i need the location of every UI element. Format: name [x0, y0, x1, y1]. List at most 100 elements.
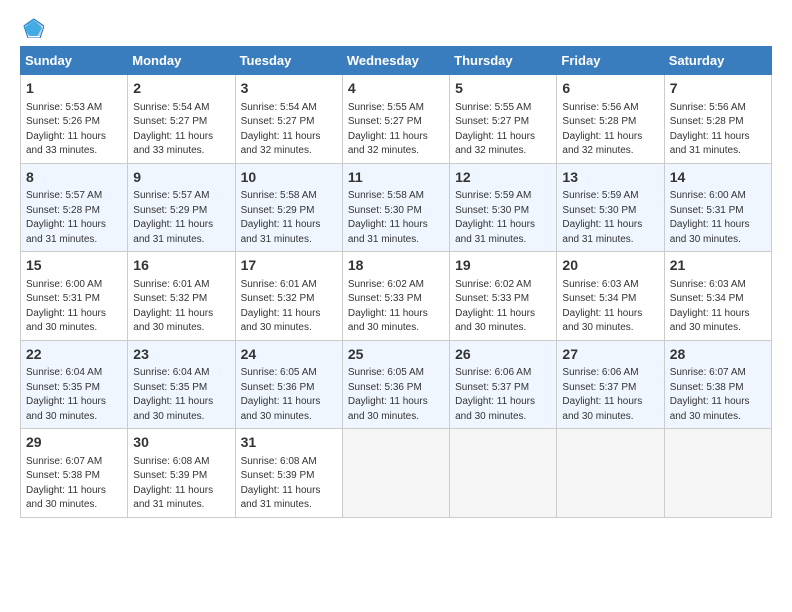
day-info: Sunrise: 5:56 AM Sunset: 5:28 PM Dayligh…: [670, 101, 766, 159]
day-info: Sunrise: 6:05 AM Sunset: 5:36 PM Dayligh…: [348, 366, 444, 424]
calendar-day-23: 23Sunrise: 6:04 AM Sunset: 5:35 PM Dayli…: [128, 340, 235, 429]
calendar-day-6: 6Sunrise: 5:56 AM Sunset: 5:28 PM Daylig…: [557, 75, 664, 164]
calendar-day-17: 17Sunrise: 6:01 AM Sunset: 5:32 PM Dayli…: [235, 252, 342, 341]
day-number: 7: [670, 79, 766, 99]
calendar-header-tuesday: Tuesday: [235, 47, 342, 75]
calendar-day-3: 3Sunrise: 5:54 AM Sunset: 5:27 PM Daylig…: [235, 75, 342, 164]
day-info: Sunrise: 6:01 AM Sunset: 5:32 PM Dayligh…: [133, 278, 229, 336]
calendar-day-4: 4Sunrise: 5:55 AM Sunset: 5:27 PM Daylig…: [342, 75, 449, 164]
day-info: Sunrise: 5:54 AM Sunset: 5:27 PM Dayligh…: [133, 101, 229, 159]
calendar-day-9: 9Sunrise: 5:57 AM Sunset: 5:29 PM Daylig…: [128, 163, 235, 252]
calendar-day-15: 15Sunrise: 6:00 AM Sunset: 5:31 PM Dayli…: [21, 252, 128, 341]
day-info: Sunrise: 5:54 AM Sunset: 5:27 PM Dayligh…: [241, 101, 337, 159]
calendar-day-22: 22Sunrise: 6:04 AM Sunset: 5:35 PM Dayli…: [21, 340, 128, 429]
calendar-day-11: 11Sunrise: 5:58 AM Sunset: 5:30 PM Dayli…: [342, 163, 449, 252]
calendar-day-29: 29Sunrise: 6:07 AM Sunset: 5:38 PM Dayli…: [21, 429, 128, 518]
day-info: Sunrise: 6:00 AM Sunset: 5:31 PM Dayligh…: [670, 189, 766, 247]
calendar-day-1: 1Sunrise: 5:53 AM Sunset: 5:26 PM Daylig…: [21, 75, 128, 164]
day-info: Sunrise: 6:04 AM Sunset: 5:35 PM Dayligh…: [133, 366, 229, 424]
day-number: 27: [562, 345, 658, 365]
day-number: 26: [455, 345, 551, 365]
calendar-header-saturday: Saturday: [664, 47, 771, 75]
day-number: 19: [455, 256, 551, 276]
day-number: 16: [133, 256, 229, 276]
calendar-day-25: 25Sunrise: 6:05 AM Sunset: 5:36 PM Dayli…: [342, 340, 449, 429]
day-number: 4: [348, 79, 444, 99]
day-number: 31: [241, 433, 337, 453]
day-info: Sunrise: 6:02 AM Sunset: 5:33 PM Dayligh…: [455, 278, 551, 336]
day-number: 13: [562, 168, 658, 188]
calendar-header-monday: Monday: [128, 47, 235, 75]
calendar-day-10: 10Sunrise: 5:58 AM Sunset: 5:29 PM Dayli…: [235, 163, 342, 252]
calendar-day-12: 12Sunrise: 5:59 AM Sunset: 5:30 PM Dayli…: [450, 163, 557, 252]
page-header: [20, 16, 772, 38]
day-info: Sunrise: 5:55 AM Sunset: 5:27 PM Dayligh…: [455, 101, 551, 159]
calendar-week-row: 15Sunrise: 6:00 AM Sunset: 5:31 PM Dayli…: [21, 252, 772, 341]
day-info: Sunrise: 6:07 AM Sunset: 5:38 PM Dayligh…: [26, 455, 122, 513]
calendar-day-empty: [342, 429, 449, 518]
day-info: Sunrise: 6:06 AM Sunset: 5:37 PM Dayligh…: [562, 366, 658, 424]
day-number: 14: [670, 168, 766, 188]
calendar-day-28: 28Sunrise: 6:07 AM Sunset: 5:38 PM Dayli…: [664, 340, 771, 429]
day-number: 12: [455, 168, 551, 188]
calendar-day-31: 31Sunrise: 6:08 AM Sunset: 5:39 PM Dayli…: [235, 429, 342, 518]
day-number: 6: [562, 79, 658, 99]
calendar-header-friday: Friday: [557, 47, 664, 75]
day-number: 23: [133, 345, 229, 365]
calendar-day-5: 5Sunrise: 5:55 AM Sunset: 5:27 PM Daylig…: [450, 75, 557, 164]
day-info: Sunrise: 6:07 AM Sunset: 5:38 PM Dayligh…: [670, 366, 766, 424]
day-number: 2: [133, 79, 229, 99]
calendar-header-thursday: Thursday: [450, 47, 557, 75]
day-info: Sunrise: 5:58 AM Sunset: 5:29 PM Dayligh…: [241, 189, 337, 247]
day-number: 22: [26, 345, 122, 365]
day-info: Sunrise: 5:59 AM Sunset: 5:30 PM Dayligh…: [455, 189, 551, 247]
calendar-header-sunday: Sunday: [21, 47, 128, 75]
day-info: Sunrise: 5:53 AM Sunset: 5:26 PM Dayligh…: [26, 101, 122, 159]
calendar-day-18: 18Sunrise: 6:02 AM Sunset: 5:33 PM Dayli…: [342, 252, 449, 341]
calendar-day-7: 7Sunrise: 5:56 AM Sunset: 5:28 PM Daylig…: [664, 75, 771, 164]
day-info: Sunrise: 6:04 AM Sunset: 5:35 PM Dayligh…: [26, 366, 122, 424]
day-info: Sunrise: 6:02 AM Sunset: 5:33 PM Dayligh…: [348, 278, 444, 336]
day-info: Sunrise: 6:06 AM Sunset: 5:37 PM Dayligh…: [455, 366, 551, 424]
day-info: Sunrise: 6:08 AM Sunset: 5:39 PM Dayligh…: [133, 455, 229, 513]
calendar-day-empty: [557, 429, 664, 518]
calendar-day-20: 20Sunrise: 6:03 AM Sunset: 5:34 PM Dayli…: [557, 252, 664, 341]
day-number: 5: [455, 79, 551, 99]
day-number: 3: [241, 79, 337, 99]
calendar-header-row: SundayMondayTuesdayWednesdayThursdayFrid…: [21, 47, 772, 75]
day-number: 11: [348, 168, 444, 188]
calendar-table: SundayMondayTuesdayWednesdayThursdayFrid…: [20, 46, 772, 518]
calendar-day-19: 19Sunrise: 6:02 AM Sunset: 5:33 PM Dayli…: [450, 252, 557, 341]
calendar-day-30: 30Sunrise: 6:08 AM Sunset: 5:39 PM Dayli…: [128, 429, 235, 518]
day-number: 21: [670, 256, 766, 276]
day-info: Sunrise: 6:03 AM Sunset: 5:34 PM Dayligh…: [670, 278, 766, 336]
day-number: 18: [348, 256, 444, 276]
calendar-week-row: 1Sunrise: 5:53 AM Sunset: 5:26 PM Daylig…: [21, 75, 772, 164]
day-number: 17: [241, 256, 337, 276]
day-info: Sunrise: 6:01 AM Sunset: 5:32 PM Dayligh…: [241, 278, 337, 336]
day-number: 20: [562, 256, 658, 276]
day-info: Sunrise: 5:59 AM Sunset: 5:30 PM Dayligh…: [562, 189, 658, 247]
day-number: 10: [241, 168, 337, 188]
day-number: 30: [133, 433, 229, 453]
calendar-day-8: 8Sunrise: 5:57 AM Sunset: 5:28 PM Daylig…: [21, 163, 128, 252]
calendar-day-empty: [450, 429, 557, 518]
day-number: 1: [26, 79, 122, 99]
calendar-day-13: 13Sunrise: 5:59 AM Sunset: 5:30 PM Dayli…: [557, 163, 664, 252]
day-info: Sunrise: 6:03 AM Sunset: 5:34 PM Dayligh…: [562, 278, 658, 336]
calendar-day-14: 14Sunrise: 6:00 AM Sunset: 5:31 PM Dayli…: [664, 163, 771, 252]
calendar-body: 1Sunrise: 5:53 AM Sunset: 5:26 PM Daylig…: [21, 75, 772, 518]
calendar-day-empty: [664, 429, 771, 518]
day-info: Sunrise: 5:56 AM Sunset: 5:28 PM Dayligh…: [562, 101, 658, 159]
logo: [20, 16, 44, 38]
day-number: 8: [26, 168, 122, 188]
day-info: Sunrise: 6:00 AM Sunset: 5:31 PM Dayligh…: [26, 278, 122, 336]
day-info: Sunrise: 6:05 AM Sunset: 5:36 PM Dayligh…: [241, 366, 337, 424]
calendar-day-2: 2Sunrise: 5:54 AM Sunset: 5:27 PM Daylig…: [128, 75, 235, 164]
calendar-week-row: 8Sunrise: 5:57 AM Sunset: 5:28 PM Daylig…: [21, 163, 772, 252]
calendar-day-26: 26Sunrise: 6:06 AM Sunset: 5:37 PM Dayli…: [450, 340, 557, 429]
day-info: Sunrise: 5:58 AM Sunset: 5:30 PM Dayligh…: [348, 189, 444, 247]
calendar-day-21: 21Sunrise: 6:03 AM Sunset: 5:34 PM Dayli…: [664, 252, 771, 341]
day-number: 24: [241, 345, 337, 365]
logo-icon: [22, 16, 44, 38]
